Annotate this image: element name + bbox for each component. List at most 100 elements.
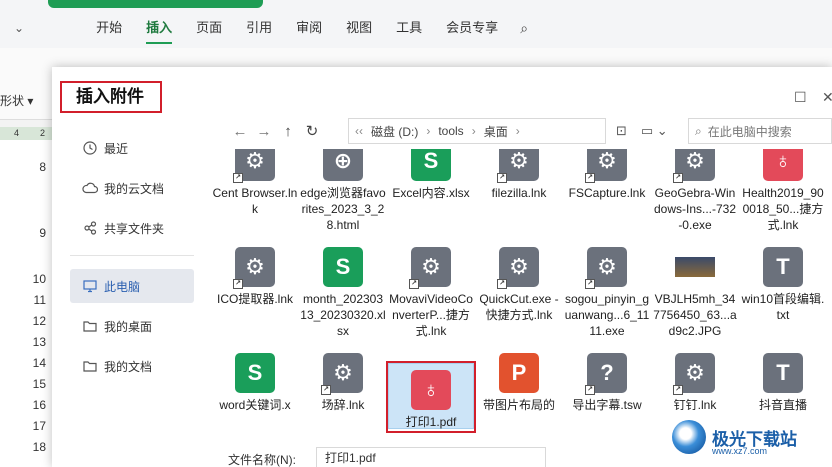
shortcut-arrow-icon: ↗ xyxy=(673,385,683,395)
shape-label[interactable]: 形状 ▾ xyxy=(0,92,33,109)
shape-label-text: 形状 xyxy=(0,94,25,108)
file-grid: ⚙ ↗ Cent Browser.lnk ⊕ edge浏览器favorites_2023… xyxy=(212,149,832,449)
file-name: win10首段编辑.txt xyxy=(741,292,825,322)
row-number: 15 xyxy=(32,377,46,391)
search-icon: ⌕ xyxy=(695,123,702,138)
file-item[interactable]: ⚙ ↗ FSCapture.lnk xyxy=(564,149,650,201)
breadcrumb-separator-icon: › xyxy=(515,124,520,138)
sidebar-item-recent[interactable]: 最近 xyxy=(70,131,194,165)
breadcrumb-separator-icon: ‹‹ xyxy=(355,124,363,138)
dialog-sidebar: 最近 我的云文档 共享文件夹 此电脑 我的桌面 我的文档 xyxy=(52,127,212,467)
file-name: word关键词.x xyxy=(219,398,291,412)
file-item[interactable]: ⚙ ↗ QuickCut.exe - 快捷方式.lnk xyxy=(476,247,562,323)
tab-review[interactable]: 审阅 xyxy=(284,14,334,42)
sidebar-item-label: 共享文件夹 xyxy=(104,221,165,236)
file-item[interactable]: Twin10首段编辑.txt xyxy=(740,247,826,323)
menu-chevron-icon[interactable]: ⌄ xyxy=(14,21,24,35)
file-item[interactable]: ♁ Health2019_900018_50...捷方式.lnk xyxy=(740,149,826,233)
folder-icon xyxy=(82,318,98,334)
row-number: 9 xyxy=(39,226,46,240)
breadcrumb-disk[interactable]: 磁盘 (D:) xyxy=(371,123,418,140)
sidebar-item-label: 此电脑 xyxy=(104,279,141,294)
shortcut-arrow-icon: ↗ xyxy=(497,173,507,183)
tab-insert[interactable]: 插入 xyxy=(134,14,184,44)
file-item[interactable]: ⚙ ↗ GeoGebra-Windows-Ins...-732-0.exe xyxy=(652,149,738,233)
address-bar[interactable]: ‹‹ 磁盘 (D:) › tools › 桌面 › xyxy=(348,118,606,144)
computer-icon xyxy=(82,278,98,294)
file-name: GeoGebra-Windows-Ins...-732-0.exe xyxy=(653,186,737,232)
file-item[interactable]: P 带图片布局的 xyxy=(476,353,562,413)
sidebar-item-this-pc[interactable]: 此电脑 xyxy=(70,269,194,303)
watermark-logo xyxy=(672,420,706,454)
sidebar-item-shared-folder[interactable]: 共享文件夹 xyxy=(70,211,194,245)
file-name: 导出字幕.tsw xyxy=(572,398,642,412)
gear-file-icon: ⚙ ↗ xyxy=(321,353,363,395)
tab-home[interactable]: 开始 xyxy=(84,14,134,42)
file-item[interactable]: ⊕ edge浏览器favorites_2023_3_28.html xyxy=(300,149,386,233)
breadcrumb-separator-icon: › xyxy=(426,124,431,138)
maximize-icon[interactable]: ☐ xyxy=(794,89,807,106)
q-file-icon: ? ↗ xyxy=(585,353,627,395)
forward-arrow-icon[interactable]: → xyxy=(252,119,276,143)
file-item[interactable]: VBJLH5mh_347756450_63...ad9c2.JPG xyxy=(652,247,738,339)
file-item[interactable]: Smonth_20230313_20230320.xlsx xyxy=(300,247,386,339)
gear-file-icon: ⚙ ↗ xyxy=(673,353,715,395)
sheet-file-icon: S xyxy=(235,353,275,393)
view-options: ⊡ ▭ ⌄ xyxy=(616,118,668,144)
breadcrumb-tools[interactable]: tools xyxy=(438,124,463,138)
breadcrumb-desktop[interactable]: 桌面 xyxy=(484,123,508,140)
file-name: Excel内容.xlsx xyxy=(392,186,470,200)
back-arrow-icon[interactable]: ← xyxy=(228,119,252,143)
tab-page[interactable]: 页面 xyxy=(184,14,234,42)
file-item[interactable]: T 抖音直播 xyxy=(740,353,826,413)
file-name: FSCapture.lnk xyxy=(568,186,646,200)
row-number: 18 xyxy=(32,440,46,454)
file-name: 抖音直播 xyxy=(758,398,807,412)
file-item[interactable]: Sword关键词.x xyxy=(212,353,298,413)
row-number: 8 xyxy=(39,160,46,174)
text-file-icon: T xyxy=(763,353,803,393)
sidebar-item-my-documents[interactable]: 我的文档 xyxy=(70,349,194,383)
file-item[interactable]: ⚙ ↗ 场辞.lnk xyxy=(300,353,386,413)
search-box[interactable]: ⌕ 在此电脑中搜索 xyxy=(688,118,832,144)
tab-tools[interactable]: 工具 xyxy=(384,14,434,42)
refresh-icon[interactable]: ↻ xyxy=(300,119,324,143)
gear-file-icon: ⚙ ↗ xyxy=(585,149,627,183)
tab-member[interactable]: 会员专享 xyxy=(434,14,510,42)
tab-reference[interactable]: 引用 xyxy=(234,14,284,42)
file-name: VBJLH5mh_347756450_63...ad9c2.JPG xyxy=(653,292,737,338)
watermark-url: www.xz7.com xyxy=(712,446,768,456)
globe-file-icon: ⊕ xyxy=(323,149,363,181)
file-item[interactable]: ⚙ ↗ 钉钉.lnk xyxy=(652,353,738,413)
up-arrow-icon[interactable]: ↑ xyxy=(276,119,300,143)
close-icon[interactable]: ✕ xyxy=(822,89,832,106)
tab-view[interactable]: 视图 xyxy=(334,14,384,42)
gear-file-icon: ⚙ ↗ xyxy=(409,247,451,289)
new-folder-icon[interactable]: ⊡ xyxy=(616,123,627,139)
file-item[interactable]: S Excel内容.xlsx xyxy=(388,149,474,201)
sidebar-item-cloud-docs[interactable]: 我的云文档 xyxy=(70,171,194,205)
ruler: 4 2 xyxy=(0,127,52,140)
pdf-file-icon: ♁ xyxy=(763,149,803,181)
file-item[interactable]: ⚙ ↗ Cent Browser.lnk xyxy=(212,149,298,217)
row-numbers: 8 9 10 11 12 13 14 15 16 17 18 xyxy=(0,140,52,467)
cloud-icon xyxy=(82,180,98,196)
ribbon-tabs: ⌄ 开始 插入 页面 引用 审阅 视图 工具 会员专享 ⌕ xyxy=(14,14,528,44)
file-item[interactable]: ⚙ ↗ ICO提取器.lnk xyxy=(212,247,298,307)
row-number: 12 xyxy=(32,314,46,328)
file-name: edge浏览器favorites_2023_3_28.html xyxy=(300,186,386,232)
search-icon[interactable]: ⌕ xyxy=(520,20,528,37)
file-item[interactable]: ? ↗ 导出字幕.tsw xyxy=(564,353,650,413)
file-name: MovaviVideoConverterP...捷方式.lnk xyxy=(389,292,473,338)
title-strip xyxy=(48,0,263,8)
view-mode-icon[interactable]: ▭ ⌄ xyxy=(641,123,668,139)
file-item[interactable]: ⚙ ↗ sogou_pinyin_guanwang...6_1111.exe xyxy=(564,247,650,339)
sidebar-item-label: 最近 xyxy=(104,141,129,156)
file-name: ICO提取器.lnk xyxy=(216,292,293,306)
file-item[interactable]: ⚙ ↗ MovaviVideoConverterP...捷方式.lnk xyxy=(388,247,474,339)
file-name: Cent Browser.lnk xyxy=(212,186,298,216)
file-item[interactable]: ⚙ ↗ filezilla.lnk xyxy=(476,149,562,201)
filename-input[interactable]: 打印1.pdf xyxy=(316,447,546,467)
breadcrumb-separator-icon: › xyxy=(471,124,476,138)
sidebar-item-my-desktop[interactable]: 我的桌面 xyxy=(70,309,194,343)
